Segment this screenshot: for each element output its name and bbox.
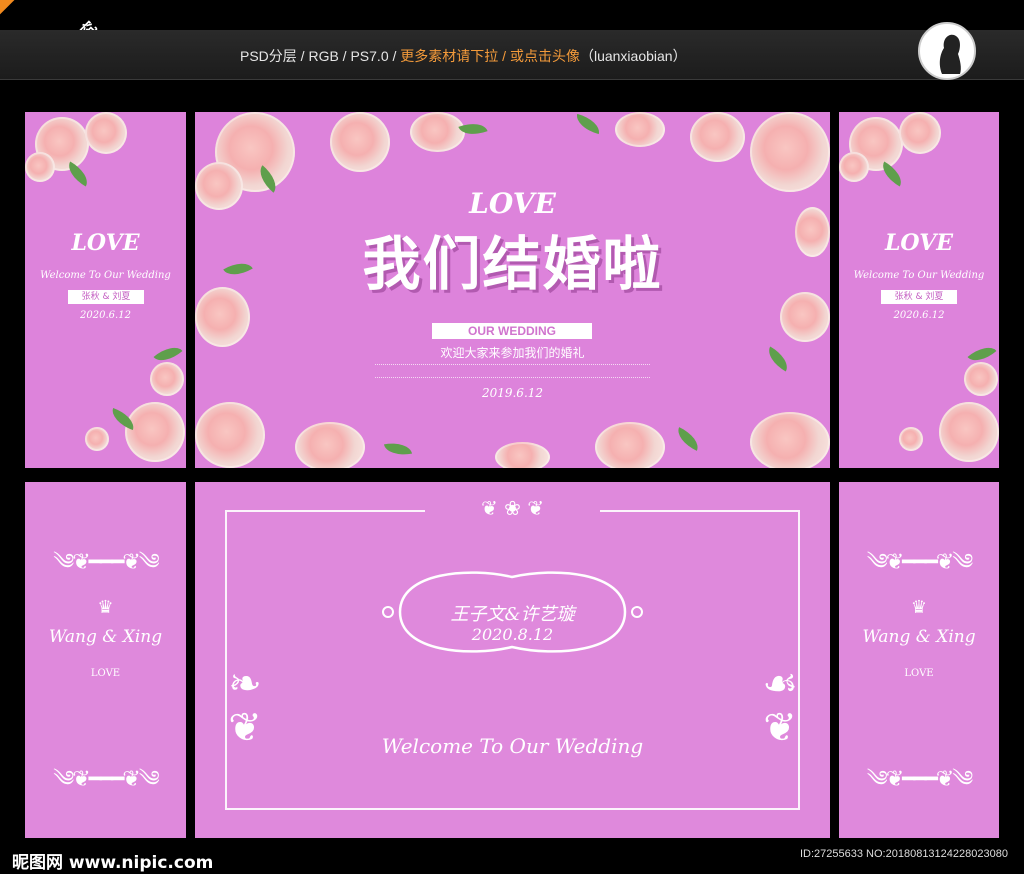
info-suffix: （luanxiaobian） — [579, 48, 687, 64]
main-title: 我们结婚啦 — [362, 230, 663, 298]
leaf — [383, 439, 413, 459]
rose — [150, 362, 184, 396]
rose — [195, 287, 250, 347]
side-panel-bottom-right: ༄❦━━━❦༄ ♛ Wang & Xing LOVE ༄❦━━━❦༄ — [839, 482, 999, 838]
rose — [410, 112, 465, 152]
top-ornament: ❦ ❀ ❦ — [425, 496, 600, 520]
couple-names: 王子文&许艺璇 — [450, 604, 575, 625]
rose — [85, 112, 127, 154]
main-backdrop-panel: LOVE 我们结婚啦 OUR WEDDING 欢迎大家来参加我们的婚礼 2019… — [195, 112, 830, 468]
leaf — [573, 113, 603, 135]
love-text: LOVE — [904, 668, 934, 679]
rose — [839, 152, 869, 182]
scroll-ornament: ༄❦━━━❦༄ — [53, 767, 160, 792]
rose — [780, 292, 830, 342]
rose — [330, 112, 390, 172]
names-badge: 张秋 & 刘夏 — [68, 290, 144, 304]
love-text: LOVE — [71, 230, 140, 256]
names-badge: 张秋 & 刘夏 — [881, 290, 957, 304]
welcome-text: Welcome To Our Wedding — [381, 734, 644, 758]
our-wedding-banner: OUR WEDDING — [432, 323, 592, 339]
love-text: LOVE — [469, 187, 556, 220]
rose — [899, 427, 923, 451]
date-text: 2020.8.12 — [471, 625, 554, 644]
love-text: LOVE — [884, 230, 954, 256]
lorem-lines — [375, 364, 650, 378]
side-panel-top-left: LOVE Welcome To Our Wedding 张秋 & 刘夏 2020… — [25, 112, 186, 468]
crown-icon: ♛ — [97, 597, 114, 618]
leaf — [223, 256, 253, 282]
welcome-text: Welcome To Our Wedding — [40, 270, 171, 281]
rose — [795, 207, 830, 257]
scroll-ornament: ༄❦━━━❦༄ — [53, 550, 160, 575]
rose — [195, 162, 243, 210]
rose — [595, 422, 665, 468]
corner-flourish-right: ☙ ❦ — [762, 661, 798, 751]
info-text: PSD分层 / RGB / PS7.0 / 更多素材请下拉 / 或点击头像（lu… — [240, 46, 687, 66]
rose — [615, 112, 665, 147]
leaf — [673, 427, 703, 451]
rose — [295, 422, 365, 468]
rose — [899, 112, 941, 154]
info-prefix: PSD分层 / RGB / PS7.0 / — [240, 48, 401, 64]
author-avatar[interactable] — [918, 22, 976, 80]
site-logo[interactable]: 昵图网 www.nipic.com — [12, 848, 213, 873]
info-bar: PSD分层 / RGB / PS7.0 / 更多素材请下拉 / 或点击头像（lu… — [0, 30, 1024, 80]
scroll-ornament: ༄❦━━━❦༄ — [866, 550, 974, 575]
scroll-ornament: ༄❦━━━❦༄ — [866, 767, 974, 792]
welcome-text: Welcome To Our Wedding — [853, 270, 985, 281]
date-text: 2019.6.12 — [481, 386, 544, 400]
rose — [85, 427, 109, 451]
side-panel-bottom-left: ༄❦━━━❦༄ ♛ Wang & Xing LOVE ༄❦━━━❦༄ — [25, 482, 186, 838]
rose — [750, 412, 830, 468]
couple-names: Wang & Xing — [862, 627, 976, 647]
couple-names: Wang & Xing — [48, 627, 163, 647]
welcome-cn-text: 欢迎大家来参加我们的婚礼 — [440, 346, 585, 360]
main-stage-panel: ❦ ❀ ❦ 王子文&许艺璇 2020.8.12 Welcome To Our W… — [195, 482, 830, 838]
image-id: ID:27255633 NO:20180813124228023080 — [800, 848, 1008, 860]
rose — [964, 362, 998, 396]
love-text: LOVE — [90, 668, 121, 679]
info-highlight: 更多素材请下拉 / 或点击头像 — [400, 48, 580, 64]
corner-flourish-left: ❧ ❦ — [228, 661, 262, 751]
rose — [750, 112, 830, 192]
date-text: 2020.6.12 — [893, 310, 945, 321]
rose — [25, 152, 55, 182]
crown-icon: ♛ — [910, 597, 928, 618]
rose — [125, 402, 185, 462]
rose — [939, 402, 999, 462]
date-text: 2020.6.12 — [80, 310, 131, 321]
rose — [690, 112, 745, 162]
rose — [495, 442, 550, 468]
leaf — [763, 346, 793, 372]
side-panel-top-right: LOVE Welcome To Our Wedding 张秋 & 刘夏 2020… — [839, 112, 999, 468]
rose — [195, 402, 265, 468]
